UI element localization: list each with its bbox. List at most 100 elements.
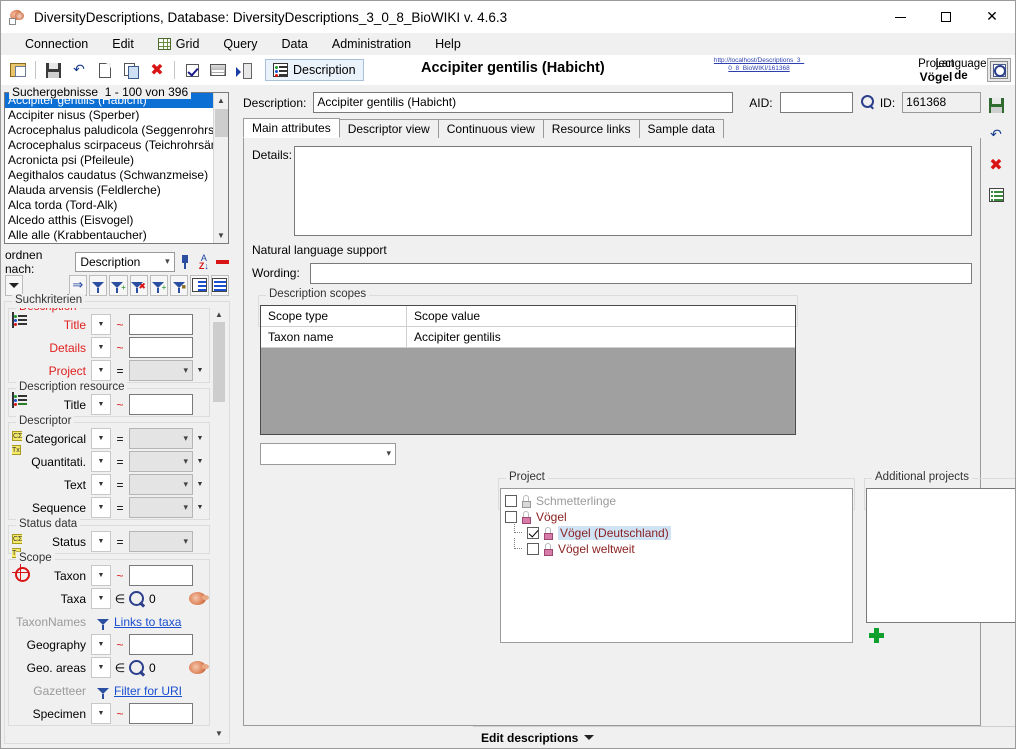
criteria-scrollbar-thumb[interactable] — [213, 322, 225, 402]
aid-input[interactable] — [779, 92, 853, 113]
criteria-operator-dropdown[interactable]: ▼ — [91, 474, 111, 495]
criteria-extra-dropdown[interactable]: ▼ — [193, 474, 207, 495]
checkbox[interactable] — [505, 495, 517, 507]
cabinet-button[interactable] — [207, 59, 229, 81]
sort-az-button[interactable]: A Z↓ — [195, 252, 212, 272]
criteria-operator-dropdown[interactable]: ▼ — [91, 360, 111, 381]
snail-shell-icon[interactable] — [187, 657, 209, 678]
aid-search-button[interactable] — [860, 94, 874, 111]
criteria-operator-dropdown[interactable]: ▼ — [91, 451, 111, 472]
add-filter-button[interactable]: + — [109, 274, 128, 296]
undo-record-button[interactable]: ↶ — [983, 121, 1009, 149]
save-button[interactable] — [42, 59, 64, 81]
criteria-extra-dropdown[interactable]: ▼ — [193, 451, 207, 472]
list-item[interactable]: Alle alle (Krabbentaucher) — [5, 228, 213, 243]
search-results-listbox[interactable]: Accipiter gentilis (Habicht) Accipiter ni… — [4, 92, 229, 244]
criteria-extra-dropdown[interactable]: ▼ — [193, 360, 207, 381]
criteria-scroll-down-icon[interactable]: ▼ — [212, 727, 226, 740]
snail-shell-icon[interactable] — [187, 588, 209, 609]
dropdown-toggle-button[interactable] — [5, 274, 24, 296]
criteria-link[interactable]: Filter for URI — [114, 684, 182, 698]
tab-descriptor-view[interactable]: Descriptor view — [338, 119, 439, 138]
criteria-combo[interactable]: ▾ — [129, 451, 193, 472]
criteria-combo[interactable]: ▾ — [129, 428, 193, 449]
remove-sort-button[interactable] — [214, 252, 231, 272]
details-textarea[interactable] — [294, 146, 972, 236]
menu-data[interactable]: Data — [269, 34, 319, 54]
add-scope-combo[interactable]: ▾ — [260, 443, 396, 465]
criteria-text-input[interactable] — [129, 703, 193, 724]
undo-button[interactable]: ↶ — [68, 59, 90, 81]
criteria-operator-dropdown[interactable]: ▼ — [91, 588, 111, 609]
criteria-text-input[interactable] — [129, 565, 193, 586]
criteria-combo[interactable]: ▾ — [129, 531, 193, 552]
execute-query-button[interactable]: ⇒ — [68, 274, 87, 296]
tab-main-attributes[interactable]: Main attributes — [243, 118, 340, 138]
clear-filter-button[interactable]: ✖ — [129, 274, 148, 296]
criteria-operator-dropdown[interactable]: ▼ — [91, 497, 111, 518]
table-row[interactable]: Taxon name Accipiter gentilis — [261, 327, 795, 348]
magnifier-icon[interactable] — [129, 660, 145, 675]
criteria-operator-dropdown[interactable]: ▼ — [91, 314, 111, 335]
menu-edit[interactable]: Edit — [100, 34, 146, 54]
tree-node[interactable]: Vögel weltweit — [505, 538, 852, 557]
criteria-text-input[interactable] — [129, 394, 193, 415]
criteria-operator-dropdown[interactable]: ▼ — [91, 428, 111, 449]
list-item[interactable]: Acrocephalus paludicola (Seggenrohrsän — [5, 123, 213, 138]
list-item[interactable]: Acrocephalus scirpaceus (Teichrohrsäng — [5, 138, 213, 153]
criteria-funnel-button[interactable] — [91, 618, 114, 630]
save-record-button[interactable] — [983, 91, 1009, 119]
criteria-combo[interactable]: ▾ — [129, 474, 193, 495]
minimize-button[interactable] — [877, 1, 923, 33]
export-button[interactable] — [233, 59, 255, 81]
project-tree[interactable]: Schmetterlinge Vögel Vögel (Deutschland) Vö… — [500, 488, 853, 643]
criteria-combo[interactable]: ▾ — [129, 497, 193, 518]
triangle-down-icon[interactable] — [584, 735, 595, 740]
filter-button[interactable] — [88, 274, 108, 296]
checkbox[interactable] — [527, 527, 539, 539]
criteria-combo[interactable]: ▾ — [129, 360, 193, 381]
select-button[interactable] — [181, 59, 203, 81]
menu-administration[interactable]: Administration — [320, 34, 423, 54]
tab-sample-data[interactable]: Sample data — [638, 119, 724, 138]
tab-resource-links[interactable]: Resource links — [542, 119, 640, 138]
list-item[interactable]: Aegithalos caudatus (Schwanzmeise) — [5, 168, 213, 183]
scroll-down-icon[interactable]: ▼ — [214, 228, 228, 243]
list-item[interactable]: Alcedo atthis (Eisvogel) — [5, 213, 213, 228]
new-button[interactable] — [94, 59, 116, 81]
description-scopes-table[interactable]: Scope type Scope value Taxon name Accipi… — [260, 305, 796, 435]
criteria-scroll-up-icon[interactable]: ▲ — [212, 308, 226, 321]
criteria-text-input[interactable] — [129, 337, 193, 358]
list-item[interactable]: Accipiter nisus (Sperber) — [5, 108, 213, 123]
list-item[interactable]: Alauda arvensis (Feldlerche) — [5, 183, 213, 198]
wording-input[interactable] — [310, 262, 972, 284]
criteria-text-input[interactable] — [129, 314, 193, 335]
save-filter-button[interactable]: ■ — [170, 274, 189, 296]
green-plus-icon[interactable] — [869, 627, 884, 643]
pin-button[interactable] — [177, 252, 194, 272]
sort-combo[interactable]: Description ▾ — [75, 251, 175, 272]
criteria-link[interactable]: Links to taxa — [114, 615, 181, 629]
menu-connection[interactable]: Connection — [13, 34, 100, 54]
list-item[interactable]: Acronicta psi (Pfeileule) — [5, 153, 213, 168]
criteria-operator-dropdown[interactable]: ▼ — [91, 703, 111, 724]
maximize-button[interactable] — [923, 1, 969, 33]
criteria-funnel-button[interactable] — [91, 687, 114, 699]
description-tab-button[interactable]: Description — [265, 59, 364, 81]
search-results-list[interactable]: Accipiter gentilis (Habicht) Accipiter ni… — [5, 93, 213, 243]
criteria-operator-dropdown[interactable]: ▼ — [91, 657, 111, 678]
delete-button[interactable]: ✖ — [146, 59, 168, 81]
criteria-operator-dropdown[interactable]: ▼ — [91, 394, 111, 415]
criteria-scrollbar[interactable]: ▲ ▼ — [212, 308, 226, 740]
copy-button[interactable] — [120, 59, 142, 81]
list-view-button[interactable] — [190, 274, 209, 296]
magnifier-icon[interactable] — [129, 591, 145, 606]
window-layout-button[interactable] — [7, 59, 29, 81]
close-button[interactable]: ✕ — [969, 1, 1015, 33]
additional-projects-list[interactable] — [866, 488, 1015, 623]
tab-continuous-view[interactable]: Continuous view — [437, 119, 544, 138]
delete-record-button[interactable]: ✖ — [983, 151, 1009, 179]
record-url-link[interactable]: http://localhost/Descriptions_3_0_8_BioW… — [713, 57, 805, 72]
criteria-operator-dropdown[interactable]: ▼ — [91, 337, 111, 358]
zoom-window-button[interactable] — [987, 58, 1011, 82]
